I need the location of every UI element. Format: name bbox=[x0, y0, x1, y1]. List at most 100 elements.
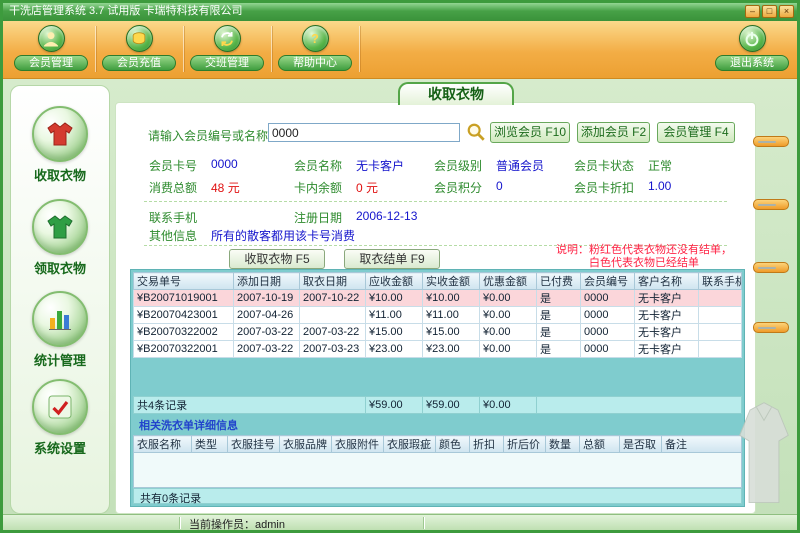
reg-date-value: 2006-12-13 bbox=[356, 209, 418, 223]
order-row[interactable]: ¥B20070322002 2007-03-22 2007-03-22 ¥15.… bbox=[133, 323, 742, 341]
order-row[interactable]: ¥B20070423001 2007-04-26 ¥11.00 ¥11.00 ¥… bbox=[133, 306, 742, 324]
window-title: 干洗店管理系统 3.7 试用版 卡瑞特科技有限公司 bbox=[9, 5, 243, 17]
order-cell-pickup-date bbox=[299, 306, 366, 324]
details-header-row: 衣服名称 类型 衣服挂号 衣服品牌 衣服附件 衣服瑕疵 颜色 折扣 折后价 数量 总额 是否取 备注 bbox=[133, 435, 742, 453]
details-header-cell: 数量 bbox=[545, 435, 580, 453]
orders-sum-paid: ¥59.00 bbox=[422, 396, 481, 414]
divider bbox=[144, 201, 727, 202]
orders-record-count: 共4条记录 bbox=[132, 396, 367, 414]
order-cell-pickup-date: 2007-03-23 bbox=[299, 340, 366, 358]
receive-clothes-button[interactable]: 收取衣物 F5 bbox=[229, 249, 325, 269]
points-label: 会员积分 bbox=[434, 181, 483, 195]
order-cell-amount-paid: ¥15.00 bbox=[422, 323, 480, 341]
details-header-cell: 折后价 bbox=[503, 435, 546, 453]
other-info-value: 所有的散客都用该卡号消费 bbox=[211, 229, 356, 243]
details-header-cell: 衣服品牌 bbox=[279, 435, 332, 453]
orders-header-cell: 会员编号 bbox=[580, 272, 635, 290]
spend-total-label: 消费总额 bbox=[149, 181, 198, 195]
details-header-cell: 折扣 bbox=[469, 435, 504, 453]
member-level-value: 普通会员 bbox=[496, 159, 545, 173]
orders-sum-due: ¥59.00 bbox=[365, 396, 424, 414]
order-cell-add-date: 2007-03-22 bbox=[233, 323, 300, 341]
orders-header-cell: 添加日期 bbox=[233, 272, 300, 290]
toolbar-item-member-recharge[interactable]: 会员充值 bbox=[95, 24, 183, 76]
search-icon[interactable] bbox=[466, 122, 486, 142]
recharge-icon bbox=[125, 25, 153, 52]
phone-label: 联系手机 bbox=[149, 211, 198, 225]
order-cell-phone bbox=[698, 289, 742, 307]
toolbar-item-shift-management[interactable]: 交班管理 bbox=[183, 24, 271, 76]
orders-header-cell: 交易单号 bbox=[133, 272, 234, 290]
sidebar-item-label: 领取衣物 bbox=[33, 261, 86, 276]
order-cell-member-no: 0000 bbox=[580, 306, 635, 324]
close-button[interactable]: × bbox=[779, 5, 794, 18]
orders-header-cell: 应收金额 bbox=[365, 272, 423, 290]
coat-watermark-icon bbox=[736, 396, 792, 512]
toolbar-item-label: 交班管理 bbox=[190, 55, 264, 71]
search-label: 请输入会员编号或名称: bbox=[148, 129, 272, 143]
current-operator: 当前操作员：admin bbox=[189, 516, 285, 530]
help-icon: ? bbox=[301, 25, 329, 52]
order-cell-discount: ¥0.00 bbox=[479, 289, 537, 307]
maximize-button[interactable]: □ bbox=[762, 5, 777, 18]
order-row[interactable]: ¥B20070322001 2007-03-22 2007-03-23 ¥23.… bbox=[133, 340, 742, 358]
card-status-value: 正常 bbox=[648, 159, 673, 173]
add-member-button[interactable]: 添加会员 F2 bbox=[577, 122, 650, 143]
clip-decoration bbox=[753, 322, 789, 333]
settle-pickup-button[interactable]: 取衣结单 F9 bbox=[344, 249, 440, 269]
sidebar-item-settings[interactable]: 系统设置 bbox=[11, 379, 109, 457]
balance-label: 卡内余额 bbox=[294, 181, 343, 195]
legend-notice: 说明：粉红色代表衣物还没有结单， 白色代表衣物已经结单 bbox=[536, 244, 752, 270]
orders-summary-blank bbox=[536, 396, 742, 414]
shift-icon bbox=[213, 25, 241, 52]
orders-sum-discount: ¥0.00 bbox=[479, 396, 538, 414]
details-header-cell: 衣服挂号 bbox=[227, 435, 280, 453]
sidebar-item-label: 系统设置 bbox=[33, 441, 86, 456]
orders-header-cell: 已付费 bbox=[536, 272, 581, 290]
window-controls: – □ × bbox=[745, 5, 794, 18]
order-cell-amount-paid: ¥11.00 bbox=[422, 306, 480, 324]
toolbar-item-help-center[interactable]: ? 帮助中心 bbox=[271, 24, 359, 76]
order-cell-pickup-date: 2007-10-22 bbox=[299, 289, 366, 307]
app-window: 干洗店管理系统 3.7 试用版 卡瑞特科技有限公司 – □ × 会员管理 会员充… bbox=[0, 0, 800, 533]
details-header-cell: 总额 bbox=[579, 435, 620, 453]
order-cell-amount-due: ¥10.00 bbox=[365, 289, 423, 307]
order-cell-customer: 无卡客户 bbox=[634, 340, 699, 358]
exit-system-button[interactable]: 退出系统 bbox=[715, 24, 789, 76]
main-panel: 请输入会员编号或名称: 浏览会员 F10 添加会员 F2 会员管理 F4 会员卡… bbox=[115, 102, 756, 514]
order-cell-paid-flag: 是 bbox=[536, 289, 581, 307]
card-no-label: 会员卡号 bbox=[149, 159, 198, 173]
svg-text:?: ? bbox=[311, 32, 319, 46]
clip-decoration bbox=[753, 199, 789, 210]
search-input[interactable] bbox=[268, 123, 460, 142]
toolbar-item-member-management[interactable]: 会员管理 bbox=[7, 24, 95, 76]
toolbar-separator bbox=[271, 26, 272, 72]
member-name-label: 会员名称 bbox=[294, 159, 343, 173]
browse-members-button[interactable]: 浏览会员 F10 bbox=[490, 122, 570, 143]
orders-table: 交易单号添加日期取衣日期应收金额实收金额优惠金额已付费会员编号客户名称联系手机 … bbox=[133, 272, 742, 358]
order-cell-phone bbox=[698, 323, 742, 341]
orders-header-row: 交易单号添加日期取衣日期应收金额实收金额优惠金额已付费会员编号客户名称联系手机 bbox=[133, 272, 742, 290]
order-cell-amount-due: ¥23.00 bbox=[365, 340, 423, 358]
sidebar-item-receive-clothes[interactable]: 收取衣物 bbox=[11, 106, 109, 184]
sidebar-item-statistics[interactable]: 统计管理 bbox=[11, 291, 109, 369]
sidebar-item-label: 统计管理 bbox=[33, 353, 86, 368]
member-management-button[interactable]: 会员管理 F4 bbox=[657, 122, 735, 143]
receive-clothes-icon bbox=[32, 106, 88, 162]
clip-decoration bbox=[753, 136, 789, 147]
order-cell-member-no: 0000 bbox=[580, 340, 635, 358]
order-cell-trade-no: ¥B20071019001 bbox=[133, 289, 234, 307]
status-separator bbox=[423, 517, 424, 529]
order-cell-amount-paid: ¥10.00 bbox=[422, 289, 480, 307]
orders-header-cell: 取衣日期 bbox=[299, 272, 366, 290]
tab-receive-clothes[interactable]: 收取衣物 bbox=[398, 82, 514, 105]
order-cell-discount: ¥0.00 bbox=[479, 323, 537, 341]
details-header-cell: 是否取 bbox=[619, 435, 662, 453]
details-header-cell: 衣服名称 bbox=[133, 435, 192, 453]
minimize-button[interactable]: – bbox=[745, 5, 760, 18]
toolbar: 会员管理 会员充值 交班管理 ? 帮助中心 退出系统 bbox=[3, 21, 797, 79]
power-icon bbox=[738, 25, 766, 52]
toolbar-separator bbox=[359, 26, 360, 72]
order-row[interactable]: ¥B20071019001 2007-10-19 2007-10-22 ¥10.… bbox=[133, 289, 742, 307]
sidebar-item-pickup-clothes[interactable]: 领取衣物 bbox=[11, 199, 109, 277]
